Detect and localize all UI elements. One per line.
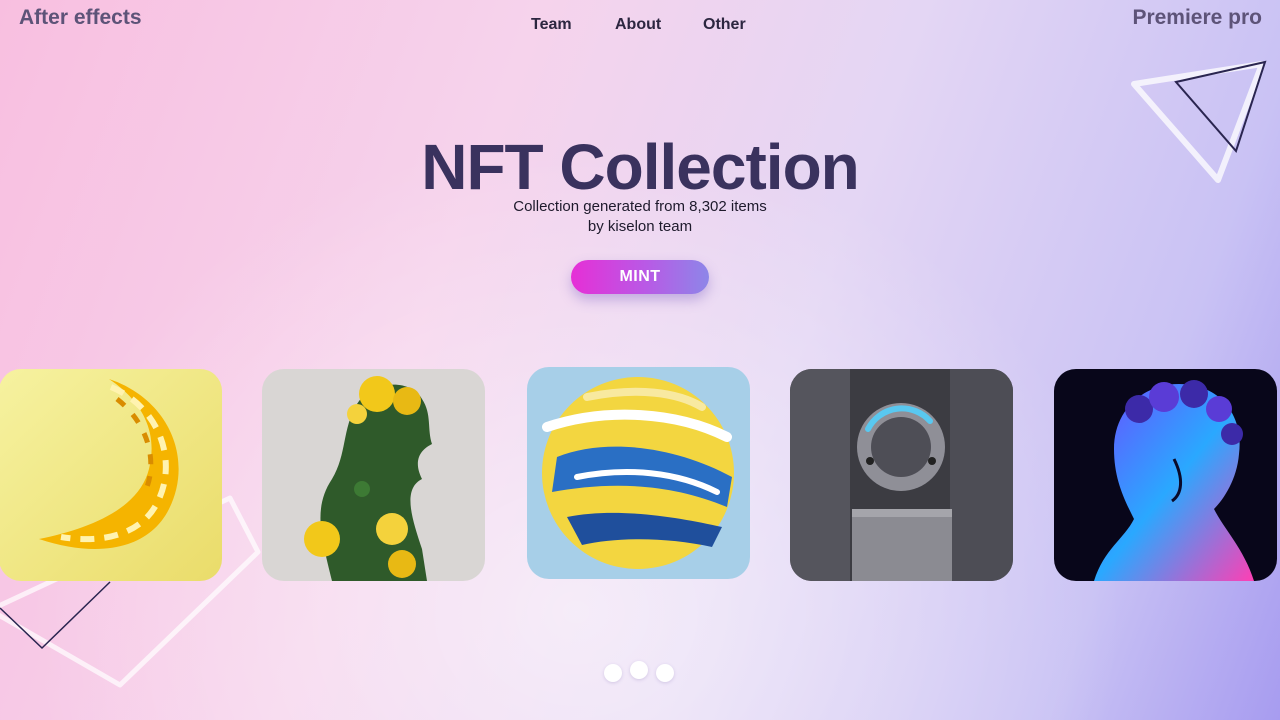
nft-card-4[interactable] <box>790 369 1013 581</box>
nft-card-2[interactable] <box>262 369 485 581</box>
hero-subtitle-line-2: by kiselon team <box>587 218 693 235</box>
nft-image-yellow-braid <box>0 369 222 581</box>
nft-card-1[interactable] <box>0 369 222 581</box>
nft-image-floral-woman <box>262 369 485 581</box>
carousel-pagination <box>604 661 676 685</box>
nft-card-5[interactable] <box>1054 369 1277 581</box>
nav-item-about[interactable]: About <box>615 16 661 34</box>
hero-subtitle-line-1: Collection generated from 8,302 items <box>513 198 767 215</box>
nft-image-holographic-bust <box>1054 369 1277 581</box>
mint-button[interactable]: MINT <box>571 260 709 294</box>
page-title: NFT Collection <box>421 131 860 203</box>
nft-card-3[interactable] <box>527 367 750 579</box>
pagination-dot-1[interactable] <box>604 664 622 682</box>
pagination-dot-3[interactable] <box>656 664 674 682</box>
hero-subtitle: Collection generated from 8,302 items by… <box>0 197 1280 237</box>
background-glow <box>0 0 1280 720</box>
nav-item-team[interactable]: Team <box>531 16 572 34</box>
nft-image-painted-sphere <box>527 367 750 579</box>
top-nav: Team About Other <box>0 16 1280 40</box>
nft-image-grey-machine <box>790 369 1013 581</box>
nav-item-other[interactable]: Other <box>703 16 746 34</box>
pagination-dot-2[interactable] <box>630 661 648 679</box>
